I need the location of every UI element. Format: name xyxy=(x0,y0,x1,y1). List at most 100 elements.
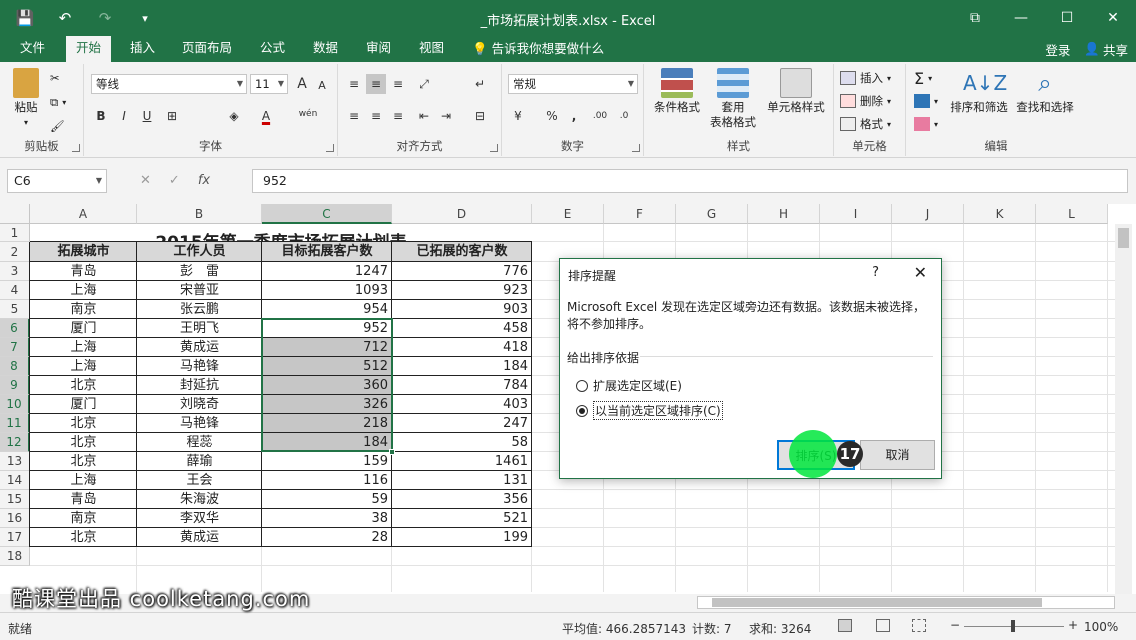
cell-B12[interactable]: 程蕊 xyxy=(137,433,262,452)
increase-indent-icon[interactable]: ⇥ xyxy=(436,106,456,126)
current-selection-radio[interactable]: 以当前选定区域排序(C) xyxy=(576,401,723,420)
decrease-font-icon[interactable]: A xyxy=(312,76,332,96)
enter-icon[interactable]: ✓ xyxy=(169,169,180,193)
cell-B17[interactable]: 黄成运 xyxy=(137,528,262,547)
cell-B13[interactable]: 薛瑜 xyxy=(137,452,262,471)
cell-D17[interactable]: 199 xyxy=(392,528,532,547)
column-title-3[interactable]: 目标拓展客户数 xyxy=(262,242,392,262)
cell-C5[interactable]: 954 xyxy=(262,300,392,319)
row-header-11[interactable]: 11 xyxy=(0,414,30,433)
scroll-thumb[interactable] xyxy=(1118,228,1129,248)
cell-D16[interactable]: 521 xyxy=(392,509,532,528)
expand-selection-radio[interactable]: 扩展选定区域(E) xyxy=(576,377,682,394)
row-header-16[interactable]: 16 xyxy=(0,509,30,528)
column-header-k[interactable]: K xyxy=(964,204,1036,224)
paste-button[interactable]: 粘贴 ▾ xyxy=(8,68,44,130)
cut-button[interactable]: ✂ xyxy=(50,68,60,88)
insert-function-icon[interactable]: fx xyxy=(198,169,210,193)
row-header-9[interactable]: 9 xyxy=(0,376,30,395)
cell-A14[interactable]: 上海 xyxy=(30,471,137,490)
cell-A17[interactable]: 北京 xyxy=(30,528,137,547)
cell-A4[interactable]: 上海 xyxy=(30,281,137,300)
row-header-1[interactable]: 1 xyxy=(0,224,30,242)
row-header-2[interactable]: 2 xyxy=(0,242,30,262)
cell-B11[interactable]: 马艳锋 xyxy=(137,414,262,433)
login-link[interactable]: 登录 xyxy=(1045,40,1070,59)
help-icon[interactable]: ? xyxy=(872,265,879,280)
column-header-a[interactable]: A xyxy=(30,204,137,224)
cell-D7[interactable]: 418 xyxy=(392,338,532,357)
find-select-button[interactable]: ⌕ 查找和选择 xyxy=(1012,68,1078,115)
orientation-icon[interactable]: ⤢ xyxy=(414,74,434,94)
tab-page-layout[interactable]: 页面布局 xyxy=(172,36,242,62)
cell-D12[interactable]: 58 xyxy=(392,433,532,452)
cancel-button[interactable]: 取消 xyxy=(860,440,935,470)
cell-C14[interactable]: 116 xyxy=(262,471,392,490)
copy-button[interactable]: ⧉ ▾ xyxy=(50,92,66,112)
cell-A13[interactable]: 北京 xyxy=(30,452,137,471)
cell-C16[interactable]: 38 xyxy=(262,509,392,528)
percent-button[interactable]: % xyxy=(542,106,562,126)
dialog-launcher-icon[interactable] xyxy=(72,144,80,152)
tab-insert[interactable]: 插入 xyxy=(120,36,165,62)
decrease-indent-icon[interactable]: ⇤ xyxy=(414,106,434,126)
fill-button[interactable]: ▾ xyxy=(914,91,938,111)
cell-D5[interactable]: 903 xyxy=(392,300,532,319)
phonetic-icon[interactable]: wén xyxy=(298,104,318,124)
merge-center-icon[interactable]: ⊟ xyxy=(470,106,490,126)
sort-filter-button[interactable]: A↓Z 排序和筛选 xyxy=(946,68,1012,115)
format-painter-button[interactable]: 🖌 xyxy=(50,116,65,136)
row-header-13[interactable]: 13 xyxy=(0,452,30,471)
column-title-1[interactable]: 拓展城市 xyxy=(30,242,137,262)
cell-D8[interactable]: 184 xyxy=(392,357,532,376)
insert-cells-button[interactable]: 插入 ▾ xyxy=(840,68,891,88)
column-header-f[interactable]: F xyxy=(604,204,676,224)
cell-D14[interactable]: 131 xyxy=(392,471,532,490)
underline-button[interactable]: U xyxy=(137,106,157,126)
align-middle-icon[interactable]: ≡ xyxy=(366,74,386,94)
cell-A6[interactable]: 厦门 xyxy=(30,319,137,338)
horizontal-scrollbar[interactable] xyxy=(697,596,1115,609)
cell-B14[interactable]: 王会 xyxy=(137,471,262,490)
autosum-button[interactable]: Σ ▾ xyxy=(914,68,932,88)
row-header-15[interactable]: 15 xyxy=(0,490,30,509)
cell-B9[interactable]: 封延抗 xyxy=(137,376,262,395)
dialog-launcher-icon[interactable] xyxy=(326,144,334,152)
wrap-text-icon[interactable]: ↵ xyxy=(470,74,490,94)
cell-B10[interactable]: 刘晓奇 xyxy=(137,395,262,414)
minimize-icon[interactable]: — xyxy=(998,0,1044,36)
row-header-17[interactable]: 17 xyxy=(0,528,30,547)
maximize-icon[interactable]: ☐ xyxy=(1044,0,1090,36)
column-header-b[interactable]: B xyxy=(137,204,262,224)
align-bottom-icon[interactable]: ≡ xyxy=(388,74,408,94)
cell-D3[interactable]: 776 xyxy=(392,262,532,281)
zoom-out-icon[interactable]: − xyxy=(950,618,960,632)
column-title-4[interactable]: 已拓展的客户数 xyxy=(392,242,532,262)
border-icon[interactable]: ⊞ xyxy=(162,106,182,126)
conditional-formatting-button[interactable]: 条件格式 xyxy=(648,68,706,115)
font-name-combo[interactable]: 等线 ▼ xyxy=(91,74,247,94)
cell-D11[interactable]: 247 xyxy=(392,414,532,433)
decrease-decimal-icon[interactable]: .0 xyxy=(614,106,634,126)
fill-color-icon[interactable]: ◈ xyxy=(224,106,244,126)
cell-A10[interactable]: 厦门 xyxy=(30,395,137,414)
format-as-table-button[interactable]: 套用 表格格式 xyxy=(704,68,762,130)
column-header-e[interactable]: E xyxy=(532,204,604,224)
increase-font-icon[interactable]: A xyxy=(292,74,312,94)
tab-data[interactable]: 数据 xyxy=(303,36,348,62)
row-header-6[interactable]: 6 xyxy=(0,319,30,338)
column-title-2[interactable]: 工作人员 xyxy=(137,242,262,262)
row-header-14[interactable]: 14 xyxy=(0,471,30,490)
cell-A11[interactable]: 北京 xyxy=(30,414,137,433)
tab-view[interactable]: 视图 xyxy=(409,36,454,62)
cell-B7[interactable]: 黄成运 xyxy=(137,338,262,357)
cell-D9[interactable]: 784 xyxy=(392,376,532,395)
ribbon-display-options-icon[interactable]: ⧉ xyxy=(952,0,998,36)
cancel-icon[interactable]: ✕ xyxy=(140,169,151,193)
font-size-combo[interactable]: 11 ▼ xyxy=(250,74,288,94)
cell-B5[interactable]: 张云鹏 xyxy=(137,300,262,319)
cell-D13[interactable]: 1461 xyxy=(392,452,532,471)
number-format-combo[interactable]: 常规 ▼ xyxy=(508,74,638,94)
cell-A15[interactable]: 青岛 xyxy=(30,490,137,509)
column-header-c[interactable]: C xyxy=(262,204,392,224)
